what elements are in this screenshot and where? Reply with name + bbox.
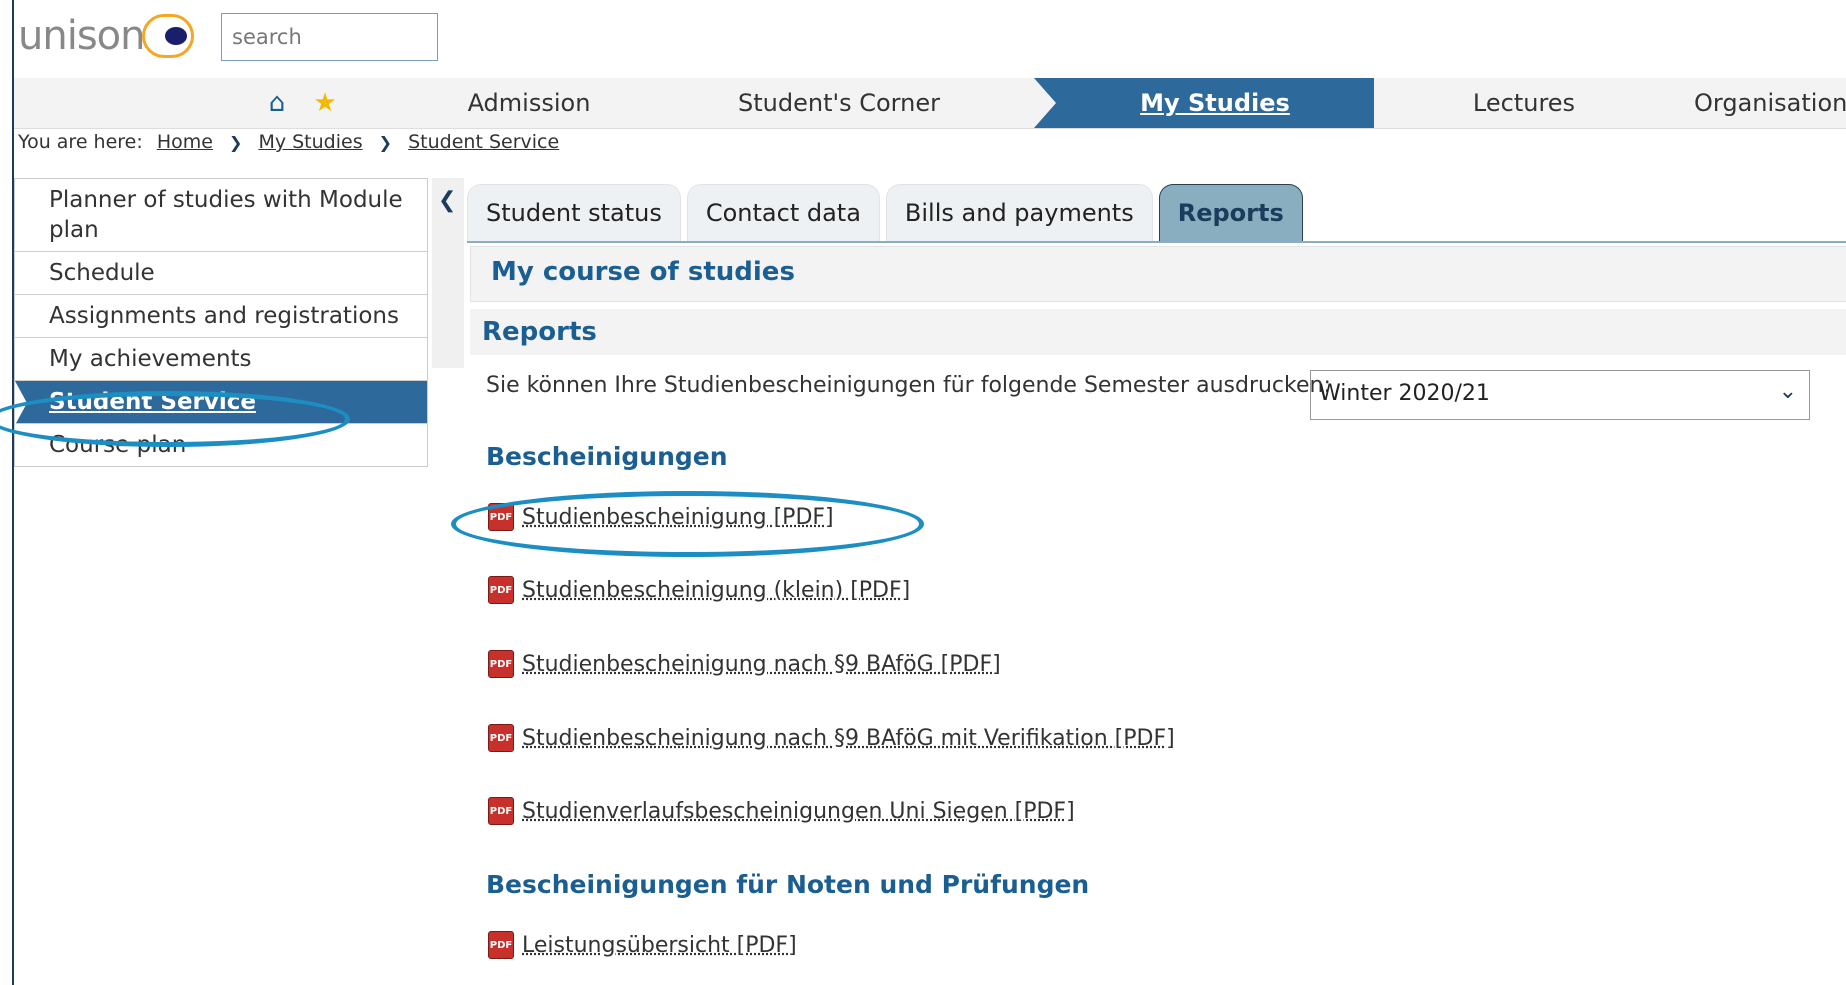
reports-title: Reports xyxy=(482,317,597,347)
pdf-link-studienbescheinigung-klein[interactable]: PDF Studienbescheinigung (klein) [PDF] xyxy=(488,576,910,604)
nav-item-students-corner[interactable]: Student's Corner xyxy=(714,78,964,128)
nav-item-my-studies[interactable]: My Studies xyxy=(1034,78,1374,128)
course-title: My course of studies xyxy=(491,257,795,287)
tab-contact-data[interactable]: Contact data xyxy=(686,184,880,241)
pdf-link-studienbescheinigung[interactable]: PDF Studienbescheinigung [PDF] xyxy=(488,503,834,531)
sidebar-item-achievements[interactable]: My achievements xyxy=(15,338,427,381)
semester-prompt: Sie können Ihre Studienbescheinigungen f… xyxy=(486,373,1331,398)
breadcrumb-prefix: You are here: xyxy=(18,131,143,153)
breadcrumb-my-studies[interactable]: My Studies xyxy=(258,131,362,153)
semester-select-value: Winter 2020/21 xyxy=(1319,381,1490,406)
chevron-down-icon: ⌄ xyxy=(1778,379,1797,404)
home-icon[interactable]: ⌂ xyxy=(262,88,292,118)
logo-text: unison xyxy=(18,13,145,59)
tab-student-status[interactable]: Student status xyxy=(467,184,681,241)
logo-ring-icon xyxy=(142,14,195,58)
search-input[interactable] xyxy=(221,13,438,61)
sidebar-collapse-toggle[interactable]: ❮ xyxy=(432,178,464,368)
course-section-header[interactable]: My course of studies xyxy=(470,246,1846,302)
sidebar-item-course-plan[interactable]: Course plan xyxy=(15,424,427,466)
nav-item-organisation[interactable]: Organisation xyxy=(1694,78,1846,128)
pdf-icon: PDF xyxy=(488,797,514,825)
main-nav: ⌂ ★ Admission Student's Corner My Studie… xyxy=(14,78,1846,129)
sidebar-item-schedule[interactable]: Schedule xyxy=(15,252,427,295)
breadcrumb: You are here: Home ❯ My Studies ❯ Studen… xyxy=(18,131,559,153)
pdf-icon: PDF xyxy=(488,650,514,678)
sidebar-item-planner[interactable]: Planner of studies with Module plan xyxy=(15,179,427,252)
pdf-link-label: Studienverlaufsbescheinigungen Uni Siege… xyxy=(522,798,1075,824)
grades-heading: Bescheinigungen für Noten und Prüfungen xyxy=(486,870,1090,899)
nav-item-admission[interactable]: Admission xyxy=(434,78,624,128)
pdf-icon: PDF xyxy=(488,724,514,752)
breadcrumb-student-service[interactable]: Student Service xyxy=(408,131,559,153)
pdf-link-label: Studienbescheinigung (klein) [PDF] xyxy=(522,577,911,603)
chevron-right-icon: ❯ xyxy=(378,133,393,152)
pdf-icon: PDF xyxy=(488,503,514,531)
certificates-heading: Bescheinigungen xyxy=(486,442,728,471)
tab-underline xyxy=(467,241,1846,243)
breadcrumb-home[interactable]: Home xyxy=(157,131,213,153)
pdf-link-studienverlauf[interactable]: PDF Studienverlaufsbescheinigungen Uni Si… xyxy=(488,797,1075,825)
star-icon[interactable]: ★ xyxy=(310,88,340,118)
pdf-link-label: Studienbescheinigung nach §9 BAföG [PDF] xyxy=(522,651,1001,677)
pdf-link-label: Studienbescheinigung [PDF] xyxy=(522,504,834,530)
sidebar: Planner of studies with Module plan Sche… xyxy=(14,178,428,467)
tab-bills-payments[interactable]: Bills and payments xyxy=(885,184,1153,241)
tab-reports[interactable]: Reports xyxy=(1158,184,1303,241)
pdf-icon: PDF xyxy=(488,931,514,959)
chevron-right-icon: ❯ xyxy=(228,133,243,152)
pdf-link-bafoeg-verifikation[interactable]: PDF Studienbescheinigung nach §9 BAföG mi… xyxy=(488,724,1175,752)
pdf-icon: PDF xyxy=(488,576,514,604)
sidebar-item-assignments[interactable]: Assignments and registrations xyxy=(15,295,427,338)
chevron-left-icon: ❮ xyxy=(438,188,457,213)
pdf-link-leistungsuebersicht[interactable]: PDF Leistungsübersicht [PDF] xyxy=(488,931,797,959)
reports-section-header: Reports xyxy=(470,309,1846,355)
sidebar-item-student-service[interactable]: Student Service xyxy=(15,381,427,425)
pdf-link-bafoeg[interactable]: PDF Studienbescheinigung nach §9 BAföG [P… xyxy=(488,650,1001,678)
semester-select[interactable]: Winter 2020/21 ⌄ xyxy=(1310,370,1810,420)
pdf-link-label: Studienbescheinigung nach §9 BAföG mit V… xyxy=(522,725,1175,751)
tab-bar: Student status Contact data Bills and pa… xyxy=(467,184,1303,242)
unison-logo[interactable]: unison xyxy=(18,6,195,66)
nav-item-lectures[interactable]: Lectures xyxy=(1404,78,1644,128)
pdf-link-label: Leistungsübersicht [PDF] xyxy=(522,932,797,958)
